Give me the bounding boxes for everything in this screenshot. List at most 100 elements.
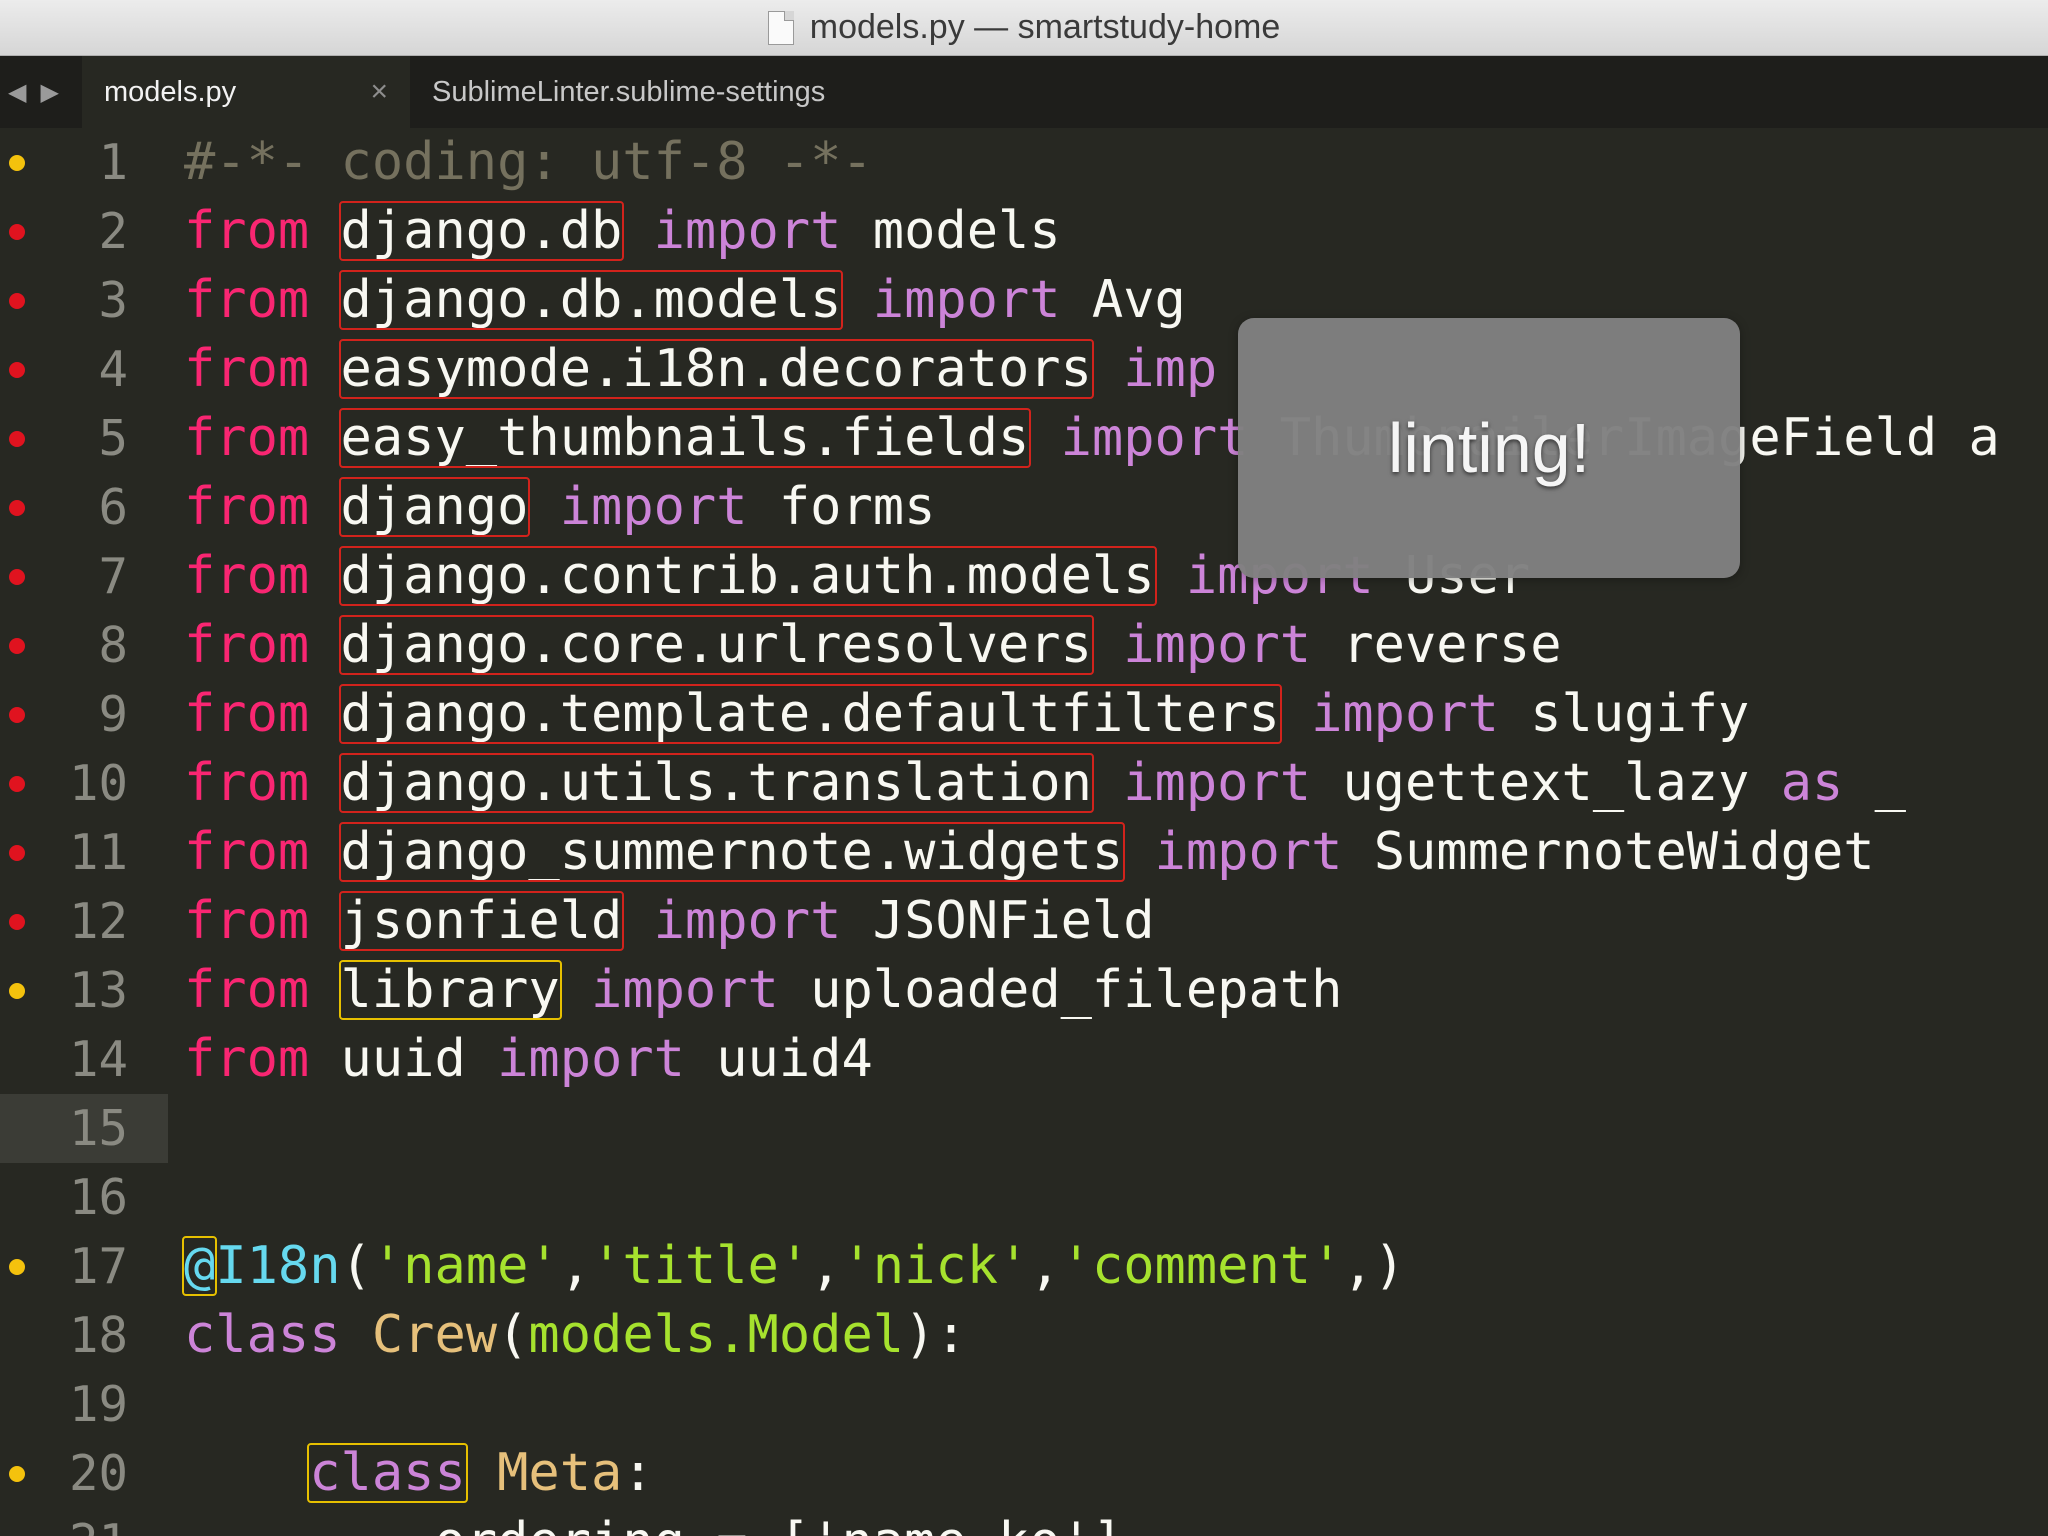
code-line: 7 from django.contrib.auth.models import… [0,542,2048,611]
line-number: 13 [68,962,128,1019]
line-number: 17 [68,1238,128,1295]
imported-name: SummernoteWidget [1373,822,1875,882]
line-number: 1 [98,134,128,191]
code-text: from django import forms [184,473,935,542]
line-number: 9 [98,686,128,743]
keyword-as: as [1780,753,1844,813]
code-line: 12 from jsonfield import JSONField [0,887,2048,956]
code-line: 1 #-*- coding: utf-8 -*- [0,128,2048,197]
imported-name: ugettext_lazy [1342,753,1750,813]
tab-label: SublimeLinter.sublime-settings [432,75,826,108]
code-editor[interactable]: 1 #-*- coding: utf-8 -*- 2 from django.d… [0,128,2048,1536]
keyword-from: from [184,546,310,606]
module-name: uuid [340,1029,466,1089]
keyword-from: from [184,408,310,468]
lint-highlight: django.db [338,201,625,261]
back-arrow-icon[interactable]: ◀ [8,78,26,107]
keyword-import: import [872,270,1061,330]
lint-highlight: django.contrib.auth.models [338,546,1157,606]
code-text: from django.utils.translation import uge… [184,749,1906,818]
code-line: 18 class Crew(models.Model): [0,1301,2048,1370]
line-number: 11 [68,824,128,881]
forward-arrow-icon[interactable]: ▶ [40,78,58,107]
code-text: class Meta: [184,1439,654,1508]
keyword-class: class [184,1305,341,1365]
code-line: 2 from django.db import models [0,197,2048,266]
keyword-from: from [184,339,310,399]
keyword-import: import [653,201,842,261]
line-number: 18 [68,1307,128,1364]
keyword-import: import [1123,615,1312,675]
punctuation: ): [904,1305,967,1365]
code-line: 3 from django.db.models import Avg [0,266,2048,335]
keyword-import: import [653,891,842,951]
code-text: from easymode.i18n.decorators imp [184,335,1217,404]
lint-highlight: easy_thumbnails.fields [338,408,1032,468]
code-line: 11 from django_summernote.widgets import… [0,818,2048,887]
punctuation: ( [340,1236,372,1296]
base-class: models.Model [528,1305,905,1365]
code-line: 17 @I18n('name','title','nick','comment'… [0,1232,2048,1301]
code-text: from jsonfield import JSONField [184,887,1155,956]
window-title: models.py — smartstudy-home [809,8,1281,46]
code-text: from library import uploaded_filepath [184,956,1342,1025]
tab-models-py[interactable]: models.py × [82,56,410,128]
decorator-name: I18n [215,1236,341,1296]
imported-name: reverse [1342,615,1562,675]
code-text: @I18n('name','title','nick','comment',) [182,1236,1406,1296]
code-text: from django.template.defaultfilters impo… [184,680,1749,749]
punctuation: ,) [1342,1236,1406,1296]
imported-name: JSONField [872,891,1155,951]
lint-highlight: easymode.i18n.decorators [338,339,1094,399]
imported-name: uuid4 [716,1029,873,1089]
code-text: from django_summernote.widgets import Su… [184,818,1875,887]
class-name: Meta [497,1443,623,1503]
line-number: 10 [68,755,128,812]
keyword-from: from [184,960,310,1020]
imported-name: uploaded_filepath [810,960,1343,1020]
lint-highlight: django.utils.translation [338,753,1094,813]
code-line: 9 from django.template.defaultfilters im… [0,680,2048,749]
code-statement: ordering = ['name_ko'] [434,1512,1123,1536]
tab-bar: ◀ ▶ models.py × SublimeLinter.sublime-se… [0,56,2048,128]
lint-warning-highlight: class [307,1443,468,1503]
keyword-import: import [1123,753,1312,813]
tab-sublimelinter-settings[interactable]: SublimeLinter.sublime-settings [410,56,870,128]
imported-name: models [872,201,1061,261]
keyword-import: import [1060,408,1249,468]
punctuation: : [622,1443,654,1503]
code-line: 10 from django.utils.translation import … [0,749,2048,818]
keyword-from: from [184,891,310,951]
line-number: 7 [98,548,128,605]
popup-text: linting! [1387,409,1591,487]
line-number: 21 [8,1508,128,1536]
string: 'title' [591,1236,811,1296]
keyword-import: imp [1123,339,1218,399]
code-text: from django.db.models import Avg [184,266,1186,335]
code-line-current: 15 [0,1094,2048,1163]
line-number: 15 [68,1100,128,1157]
linting-popup: linting! [1238,318,1740,578]
code-line: 16 [0,1163,2048,1232]
keyword-from: from [184,684,310,744]
line-number: 6 [98,479,128,536]
lint-highlight: jsonfield [338,891,625,951]
alias-name: _ [1874,753,1906,813]
code-line: 14 from uuid import uuid4 [0,1025,2048,1094]
keyword-from: from [184,615,310,675]
lint-warning-highlight: @ [182,1236,218,1296]
class-name: Crew [371,1305,498,1365]
comment: #-*- coding: utf-8 -*- [184,132,873,192]
keyword-import: import [559,477,748,537]
close-icon[interactable]: × [370,75,388,109]
document-icon [767,10,794,45]
keyword-from: from [184,822,310,882]
code-text: from django.db import models [184,197,1061,266]
keyword-import: import [591,960,779,1020]
imported-name: slugify [1530,684,1750,744]
imported-name: forms [778,477,936,537]
line-number: 8 [98,617,128,674]
line-number: 5 [98,410,128,467]
keyword-import: import [497,1029,685,1089]
keyword-from: from [184,201,310,261]
